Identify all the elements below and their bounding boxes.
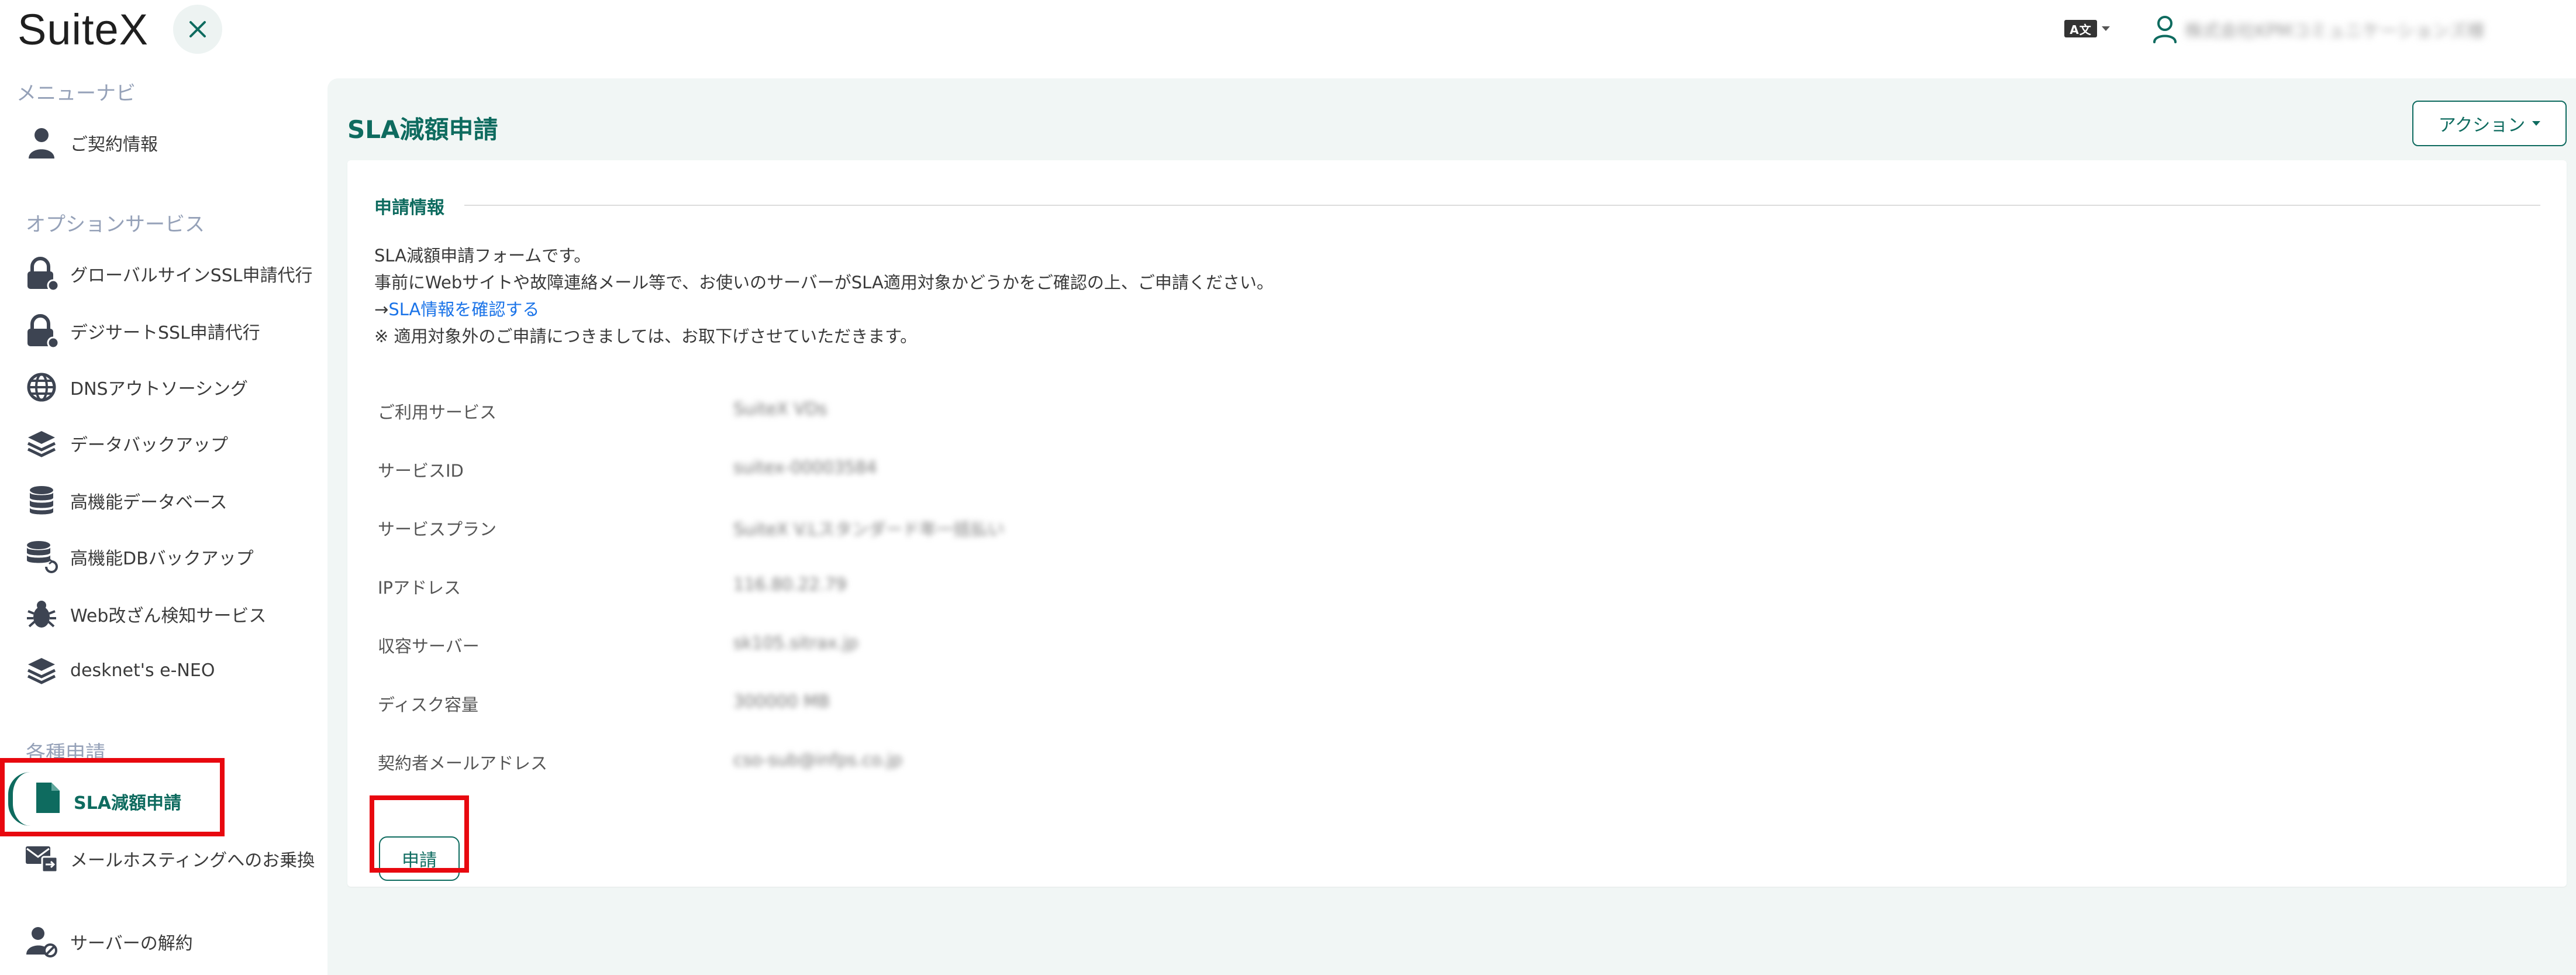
action-dropdown-button[interactable]: アクション [2412, 101, 2567, 146]
sidebar-item-mail-hosting[interactable]: メールホスティングへのお乗換 [23, 834, 327, 883]
sidebar-item-label: Web改ざん検知サービス [70, 606, 267, 626]
field-value: 116.80.22.79 [733, 574, 847, 594]
arrow-text: → [374, 299, 389, 319]
chevron-down-icon [2102, 26, 2110, 31]
sidebar-item-label: 高機能DBバックアップ [70, 549, 254, 569]
user-menu[interactable]: 株式会社KPMコミュニケーションズ様 [2152, 15, 2484, 43]
form-description: SLA減額申請フォームです。 事前にWebサイトや故障連絡メール等で、お使いのサ… [374, 242, 1274, 350]
close-icon [189, 21, 206, 37]
sidebar-item-label: SLA減額申請 [74, 793, 181, 814]
section-divider [464, 205, 2540, 206]
main-content: SLA減額申請 アクション 申請情報 SLA減額申請フォームです。 事前にWeb… [327, 78, 2576, 975]
field-label: 収容サーバー [378, 636, 480, 656]
description-line: SLA減額申請フォームです。 [374, 246, 591, 266]
submit-button-label: 申請 [402, 850, 437, 871]
sidebar-item-label: DNSアウトソーシング [70, 379, 248, 399]
sidebar-item-label: デジサートSSL申請代行 [70, 323, 260, 343]
sidebar-item-label: desknet's e-NEO [70, 660, 215, 681]
sidebar-item-db-backup[interactable]: 高機能DBバックアップ [23, 532, 327, 581]
active-indicator [8, 772, 30, 826]
sidebar-item-database[interactable]: 高機能データベース [23, 476, 327, 525]
sidebar-item-label: ご契約情報 [70, 135, 158, 155]
user-icon [2153, 16, 2177, 43]
sidebar-item-label: サーバーの解約 [70, 933, 193, 954]
sidebar-item-contract-info[interactable]: ご契約情報 [23, 118, 327, 167]
sidebar-item-cancel-server[interactable]: サーバーの解約 [23, 917, 327, 966]
sidebar-item-label: 高機能データベース [70, 492, 227, 513]
section-title: 申請情報 [374, 198, 444, 218]
globe-icon [23, 369, 60, 405]
field-label: 契約者メールアドレス [378, 753, 548, 773]
field-label: サービスID [378, 461, 464, 481]
field-label: サービスプラン [378, 519, 497, 539]
sidebar-item-digicert-ssl[interactable]: デジサートSSL申請代行 [23, 306, 327, 356]
sidebar-item-globalsign-ssl[interactable]: グローバルサインSSL申請代行 [23, 249, 327, 298]
field-label: IPアドレス [378, 578, 461, 598]
document-icon [35, 781, 61, 816]
submit-application-button[interactable]: 申請 [379, 836, 460, 881]
layers-icon [23, 425, 60, 461]
action-button-label: アクション [2438, 115, 2526, 136]
mail-transfer-icon [23, 840, 60, 877]
field-value: 300000 MB [733, 691, 830, 711]
close-menu-button[interactable] [173, 5, 222, 54]
sidebar-item-sla-reduction[interactable]: SLA減額申請 [8, 772, 327, 826]
field-value: sk105.sitrax.jp [733, 633, 858, 653]
sidebar-item-web-tamper-detect[interactable]: Web改ざん検知サービス [23, 590, 327, 639]
sla-info-link[interactable]: SLA情報を確認する [388, 299, 539, 319]
top-bar: SuiteX A文 株式会社KPMコミュニケーションズ様 [0, 0, 2576, 58]
user-ban-icon [23, 924, 60, 960]
field-label: ディスク容量 [378, 695, 478, 715]
field-value: SuiteX V.Lスタンダード年一括払い [733, 519, 1005, 539]
field-value: suitex-00003584 [733, 457, 877, 477]
sidebar-item-dns-outsourcing[interactable]: DNSアウトソーシング [23, 363, 327, 412]
sidebar-item-label: データバックアップ [70, 435, 228, 456]
field-value: cso-sub@infps.co.jp [733, 750, 902, 770]
language-switch-button[interactable]: A文 [2064, 20, 2110, 37]
bug-icon [23, 596, 60, 632]
lock-gear-icon [23, 256, 60, 292]
page-title: SLA減額申請 [347, 115, 498, 144]
sidebar-heading-options: オプションサービス [26, 213, 205, 236]
field-value: SuiteX VDs [733, 399, 827, 419]
person-icon [23, 125, 60, 161]
field-label: ご利用サービス [378, 402, 497, 422]
sidebar-item-desknets[interactable]: desknet's e-NEO [23, 646, 327, 695]
description-line: ※ 適用対象外のご申請につきましては、お取下げさせていただきます。 [374, 326, 918, 346]
sidebar-item-label: メールホスティングへのお乗換 [70, 850, 315, 871]
sidebar-item-label: グローバルサインSSL申請代行 [70, 266, 313, 286]
application-card: 申請情報 SLA減額申請フォームです。 事前にWebサイトや故障連絡メール等で、… [347, 160, 2567, 887]
description-line: 事前にWebサイトや故障連絡メール等で、お使いのサーバーがSLA適用対象かどうか… [374, 273, 1274, 292]
description-line: →SLA情報を確認する [374, 296, 1274, 323]
translate-icon: A文 [2064, 20, 2097, 37]
user-name: 株式会社KPMコミュニケーションズ様 [2185, 21, 2485, 42]
chevron-down-icon [2532, 121, 2541, 126]
layers-icon [23, 652, 60, 688]
sidebar-heading-applications: 各種申請 [26, 742, 105, 765]
sidebar-heading-menu: メニューナビ [16, 82, 136, 105]
sidebar-item-data-backup[interactable]: データバックアップ [23, 419, 327, 468]
app-logo[interactable]: SuiteX [18, 5, 149, 54]
lock-gear-icon [23, 313, 60, 349]
database-restore-icon [23, 539, 60, 575]
sidebar: メニューナビ ご契約情報 オプションサービス グローバルサインSSL申請代行 デ… [0, 58, 327, 975]
database-icon [23, 483, 60, 519]
